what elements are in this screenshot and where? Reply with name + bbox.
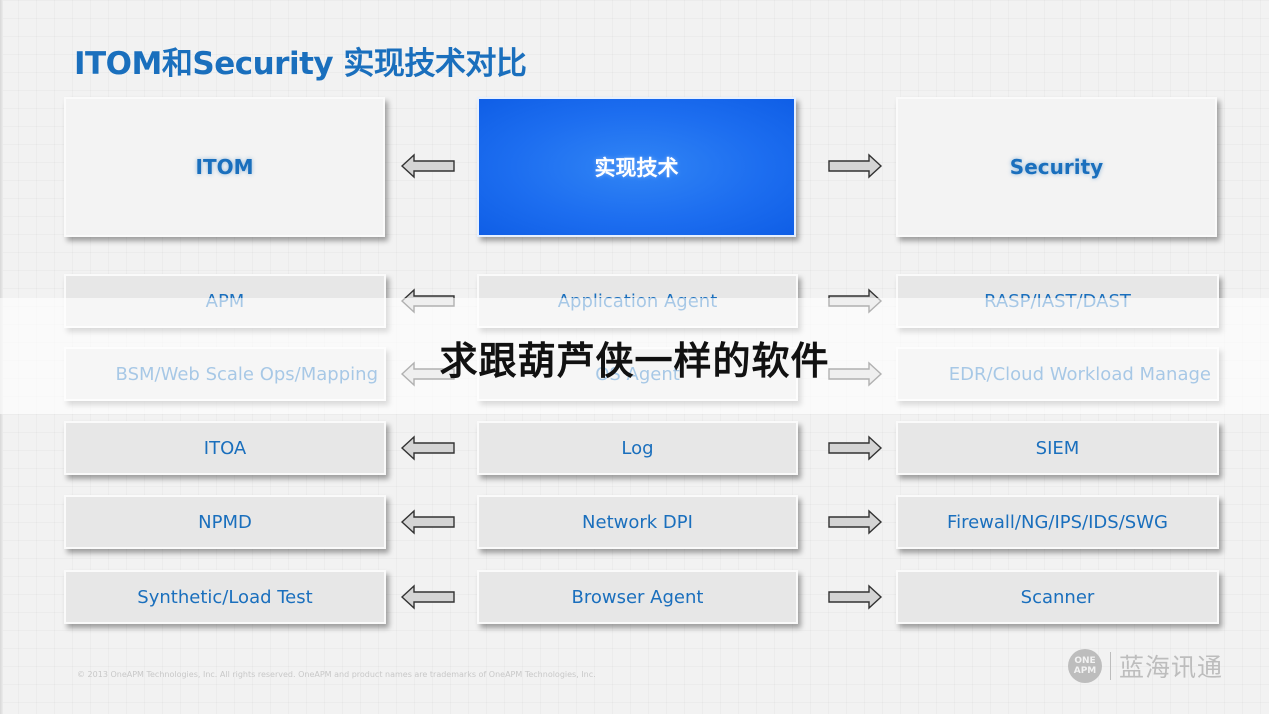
tech-cell-label: Network DPI	[582, 511, 693, 533]
arrow-left-icon	[400, 153, 456, 179]
oneapm-logo-icon: ONE APM	[1068, 649, 1102, 683]
tech-cell: Network DPI	[477, 495, 798, 549]
arrow-right-icon	[827, 584, 883, 610]
itom-cell-label: ITOA	[203, 437, 247, 459]
security-cell: SIEM	[896, 421, 1219, 475]
itom-cell-label: Synthetic/Load Test	[137, 586, 313, 608]
tech-header-label: 实现技术	[594, 156, 679, 180]
logo-line-1: ONE	[1074, 656, 1096, 666]
itom-cell-label: NPMD	[198, 511, 252, 533]
security-header-label: Security	[1009, 155, 1104, 179]
arrow-left-icon	[400, 435, 456, 461]
brand-logo-group: ONE APM 蓝海讯通	[1068, 648, 1223, 684]
itom-header-box: ITOM	[64, 97, 385, 237]
tech-cell: Browser Agent	[477, 570, 798, 624]
arrow-right-icon	[827, 153, 883, 179]
tech-cell: Log	[477, 421, 798, 475]
caption-overlay-text: 求跟葫芦侠一样的软件	[0, 330, 1269, 385]
caption-text: 求跟葫芦侠一样的软件	[439, 339, 830, 383]
security-cell: Scanner	[896, 570, 1219, 624]
slide-title: ITOM和Security 实现技术对比	[74, 46, 527, 82]
brand-divider	[1110, 652, 1111, 680]
arrow-left-icon	[400, 584, 456, 610]
itom-cell: ITOA	[64, 421, 386, 475]
tech-header-box: 实现技术	[477, 97, 796, 237]
logo-line-2: APM	[1073, 666, 1097, 676]
security-cell-label: Firewall/NG/IPS/IDS/SWG	[947, 511, 1168, 533]
security-cell: Firewall/NG/IPS/IDS/SWG	[896, 495, 1219, 549]
security-cell-label: SIEM	[1035, 437, 1080, 459]
arrow-right-icon	[827, 509, 883, 535]
itom-cell: Synthetic/Load Test	[64, 570, 386, 624]
footer-copyright: © 2013 OneAPM Technologies, Inc. All rig…	[77, 670, 596, 679]
tech-cell-label: Browser Agent	[571, 586, 704, 608]
arrow-left-icon	[400, 509, 456, 535]
arrow-right-icon	[827, 435, 883, 461]
security-header-box: Security	[896, 97, 1217, 237]
itom-cell: NPMD	[64, 495, 386, 549]
itom-header-label: ITOM	[195, 155, 254, 179]
brand-name: 蓝海讯通	[1119, 653, 1224, 682]
tech-cell-label: Log	[621, 437, 654, 459]
security-cell-label: Scanner	[1020, 586, 1095, 608]
